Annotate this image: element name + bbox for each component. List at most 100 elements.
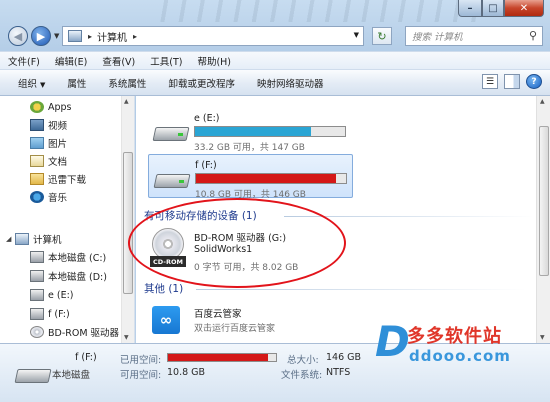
cd-rom-icon [30, 326, 44, 338]
sidebar-scrollbar[interactable]: ▲ ▼ [121, 96, 134, 343]
organize-button[interactable]: 组织 ▼ [18, 76, 45, 90]
maximize-button[interactable]: □ [482, 0, 504, 17]
arrow-right-icon: ▶ [36, 29, 46, 43]
baidu-app-name[interactable]: 百度云管家 [194, 306, 242, 320]
hard-drive-icon [30, 289, 44, 301]
menu-file[interactable]: 文件(F) [8, 54, 40, 68]
sidebar-item-drive-c[interactable]: 本地磁盘 (C:) [30, 249, 106, 265]
sidebar-item-drive-f[interactable]: f (F:) [30, 306, 70, 322]
uninstall-program-button[interactable]: 卸载或更改程序 [168, 76, 235, 90]
sidebar-item-computer[interactable]: 计算机 [15, 231, 62, 247]
menu-edit[interactable]: 编辑(E) [55, 54, 87, 68]
cd-drive-name[interactable]: BD-ROM 驱动器 (G:) [194, 230, 286, 244]
scroll-up-icon[interactable]: ▲ [124, 98, 129, 105]
sidebar-item-bd-rom[interactable]: BD-ROM 驱动器 [30, 324, 119, 340]
drive-usage-fill [195, 127, 311, 136]
details-fs-label: 文件系统: [281, 370, 323, 381]
sidebar-item-video[interactable]: 视频 [30, 117, 67, 133]
close-button[interactable]: ✕ [504, 0, 544, 17]
preview-pane-icon[interactable] [504, 74, 520, 89]
sidebar-item-label: f (F:) [48, 308, 70, 320]
cd-rom-icon: CD-ROM [148, 228, 188, 270]
breadcrumb-separator[interactable]: ▸ [133, 32, 137, 41]
search-icon[interactable]: ⚲ [529, 29, 537, 42]
pictures-library-icon [30, 137, 44, 149]
drive-free-info: 10.8 GB 可用，共 146 GB [195, 190, 306, 200]
group-header-removable[interactable]: 有可移动存储的设备 (1) [144, 208, 257, 223]
details-used-label: 已用空间: [120, 355, 162, 366]
caption-buttons: – □ ✕ [458, 0, 544, 17]
search-input[interactable]: 搜索 计算机 ⚲ [405, 26, 543, 46]
minimize-button[interactable]: – [458, 0, 482, 17]
refresh-icon: ↻ [377, 29, 387, 43]
details-usage-fill [168, 354, 269, 361]
sidebar-scroll-thumb[interactable] [123, 152, 133, 294]
cd-volume-label: SolidWorks1 [194, 244, 253, 255]
video-library-icon [30, 119, 44, 131]
cd-rom-tag: CD-ROM [150, 256, 186, 267]
expand-computer-icon[interactable]: ◢ [6, 235, 11, 243]
breadcrumb-computer[interactable]: 计算机 [97, 29, 127, 44]
drive-name: e (E:) [194, 113, 220, 124]
computer-icon [68, 30, 82, 42]
sidebar-item-label: 迅雷下载 [48, 175, 87, 186]
scroll-up-icon[interactable]: ▲ [540, 98, 545, 105]
details-pane: f (F:) 本地磁盘 已用空间: 可用空间: 10.8 GB 总大小: 146… [0, 343, 550, 402]
baidu-cloud-icon: ∞ [152, 306, 180, 334]
details-drive-type: 本地磁盘 [52, 370, 91, 381]
system-properties-button[interactable]: 系统属性 [108, 76, 146, 90]
drive-usage-bar [195, 173, 347, 184]
hard-drive-icon [30, 251, 44, 263]
help-icon[interactable]: ? [526, 74, 542, 89]
address-dropdown-icon[interactable]: ▼ [354, 31, 359, 39]
sidebar-item-label: Apps [48, 101, 72, 113]
scroll-down-icon[interactable]: ▼ [540, 334, 545, 341]
sidebar-item-thunder-downloads[interactable]: 迅雷下载 [30, 171, 86, 187]
sidebar-item-apps[interactable]: Apps [30, 99, 72, 115]
menu-view[interactable]: 查看(V) [102, 54, 135, 68]
sidebar-item-drive-d[interactable]: 本地磁盘 (D:) [30, 268, 107, 284]
sidebar-item-pictures[interactable]: 图片 [30, 135, 67, 151]
sidebar-item-label: 音乐 [48, 193, 68, 204]
chevron-down-icon: ▼ [54, 32, 60, 40]
properties-button[interactable]: 属性 [67, 76, 86, 90]
drive-name: f (F:) [195, 160, 217, 171]
hard-drive-icon [152, 122, 190, 144]
music-library-icon [30, 191, 44, 203]
details-free-value: 10.8 GB [167, 367, 206, 378]
sidebar-item-drive-e[interactable]: e (E:) [30, 287, 73, 303]
address-bar[interactable]: ▸ 计算机 ▸ ▼ [62, 26, 364, 46]
drive-tile-e[interactable]: e (E:) 33.2 GB 可用，共 147 GB [148, 108, 353, 153]
sidebar-item-label: 计算机 [33, 235, 62, 246]
sidebar-item-documents[interactable]: 文档 [30, 153, 67, 169]
drive-tile-f[interactable]: f (F:) 10.8 GB 可用，共 146 GB [148, 154, 353, 200]
search-placeholder: 搜索 计算机 [412, 32, 463, 43]
cd-free-info: 0 字节 可用，共 8.02 GB [194, 263, 299, 273]
navigation-pane: Apps 视频 图片 文档 迅雷下载 音乐 ◢ 计算机 本地磁盘 (C:) 本地… [0, 96, 135, 343]
scroll-down-icon[interactable]: ▼ [124, 334, 129, 341]
content-scrollbar[interactable]: ▲ ▼ [536, 96, 550, 343]
computer-icon [15, 233, 29, 245]
hard-drive-icon [14, 364, 52, 386]
recent-pages-dropdown[interactable]: ▼ [54, 32, 59, 40]
explorer-window: – □ ✕ ◀ ▶ ▼ ▸ 计算机 ▸ ▼ ↻ 搜索 计算机 ⚲ 文件(F) 编… [0, 0, 550, 402]
menu-help[interactable]: 帮助(H) [197, 54, 231, 68]
chevron-down-icon: ▼ [40, 80, 46, 89]
forward-button[interactable]: ▶ [31, 26, 51, 46]
apps-icon [30, 101, 44, 113]
group-header-other[interactable]: 其他 (1) [144, 281, 183, 296]
folder-icon [30, 173, 44, 185]
map-network-drive-button[interactable]: 映射网络驱动器 [257, 76, 324, 90]
group-divider [196, 289, 526, 290]
sidebar-item-label: 视频 [48, 121, 68, 132]
address-row: ◀ ▶ ▼ ▸ 计算机 ▸ ▼ ↻ 搜索 计算机 ⚲ [0, 24, 550, 48]
refresh-button[interactable]: ↻ [372, 27, 392, 45]
menu-tools[interactable]: 工具(T) [150, 54, 182, 68]
back-button[interactable]: ◀ [8, 26, 28, 46]
command-bar: 组织 ▼ 属性 系统属性 卸载或更改程序 映射网络驱动器 ☰ ? [0, 70, 550, 96]
sidebar-item-music[interactable]: 音乐 [30, 189, 67, 205]
view-options-icon[interactable]: ☰ [482, 74, 498, 89]
drive-usage-bar [194, 126, 346, 137]
details-usage-bar [167, 353, 277, 362]
content-scroll-thumb[interactable] [539, 126, 549, 276]
